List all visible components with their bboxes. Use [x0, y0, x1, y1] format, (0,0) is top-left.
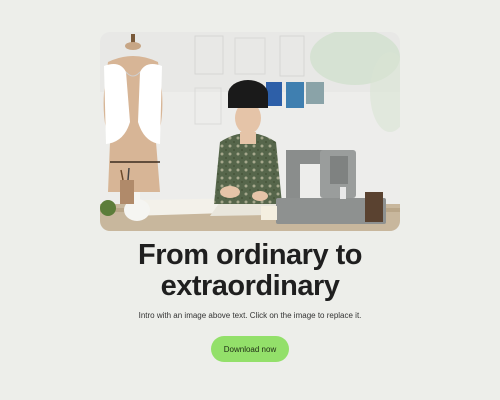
- download-button[interactable]: Download now: [211, 336, 289, 362]
- sewing-photo: [100, 32, 400, 231]
- hero-intro: Intro with an image above text. Click on…: [138, 311, 362, 320]
- hero-title-line2: extraordinary: [160, 270, 340, 302]
- hero-title-line1: From ordinary to: [137, 239, 363, 271]
- hero-image[interactable]: [100, 32, 400, 231]
- hero-title: From ordinary to extraordinary: [0, 240, 500, 302]
